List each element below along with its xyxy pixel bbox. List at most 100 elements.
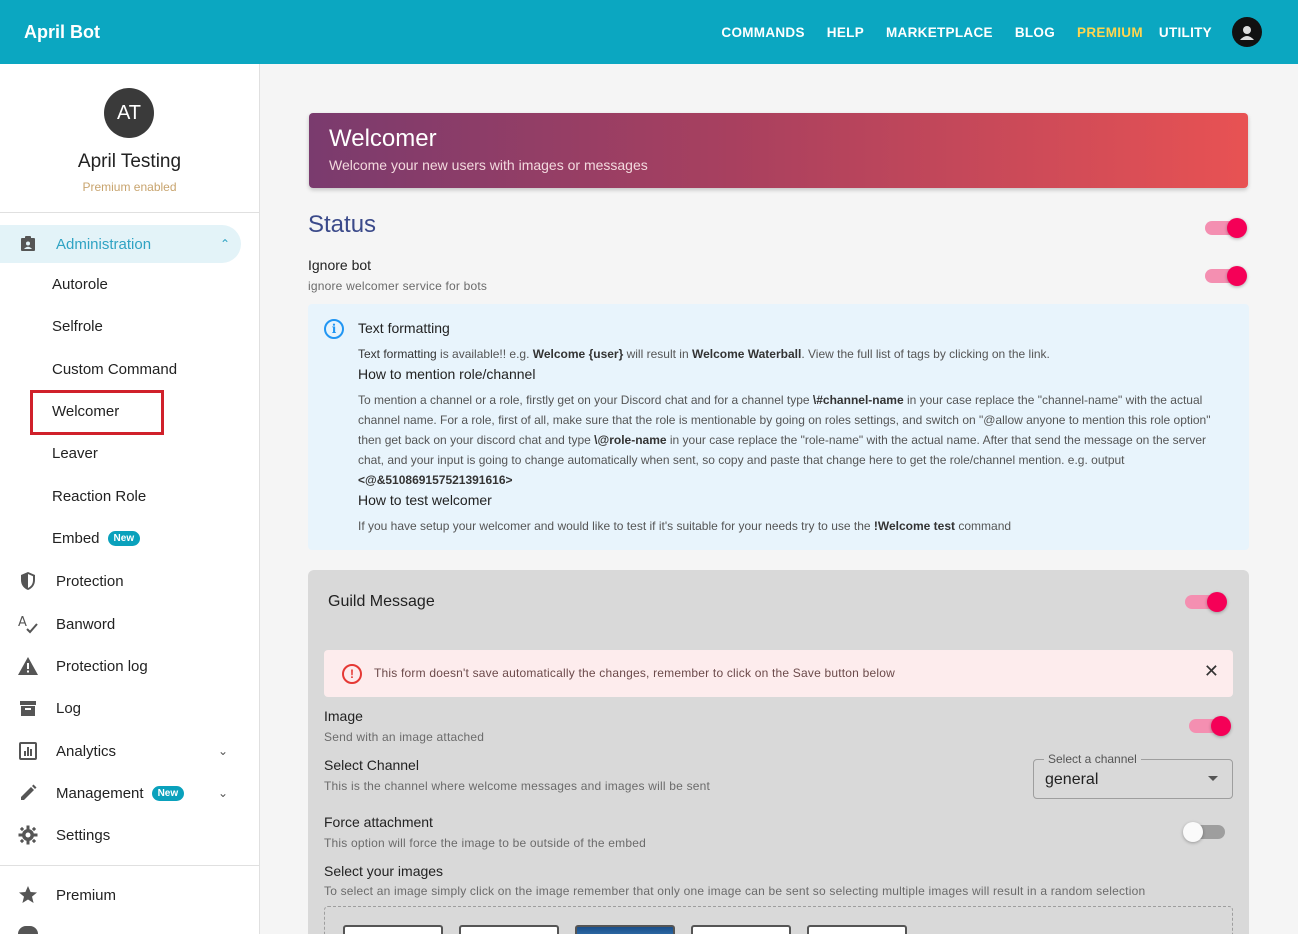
image-option-description: Send with an image attached xyxy=(324,730,485,744)
image-thumbnail[interactable] xyxy=(459,925,559,934)
nav-marketplace[interactable]: MARKETPLACE xyxy=(886,25,993,40)
info-text-part: Text formatting xyxy=(358,347,437,361)
status-toggle[interactable] xyxy=(1205,218,1247,238)
info-text-test: If you have setup your welcomer and woul… xyxy=(358,516,1228,536)
archive-icon xyxy=(17,697,39,719)
channel-option-description: This is the channel where welcome messag… xyxy=(324,779,711,793)
info-text-part: is available!! e.g. xyxy=(436,347,533,361)
info-text-part: will result in xyxy=(623,347,692,361)
new-badge: New xyxy=(151,785,185,801)
image-picker xyxy=(324,906,1233,934)
sidebar-item-protection-log[interactable]: Protection log xyxy=(0,647,259,685)
analytics-icon xyxy=(17,740,39,762)
toggle-knob xyxy=(1227,218,1247,238)
sidebar-item-label: Management New xyxy=(56,785,185,802)
info-text-part: Welcome {user} xyxy=(532,347,624,361)
info-text-part: <@&510869157521391616> xyxy=(358,473,513,487)
warning-icon xyxy=(17,655,39,677)
sidebar-divider xyxy=(0,212,259,213)
sidebar-item-premium[interactable]: Premium xyxy=(0,876,259,914)
force-attachment-toggle[interactable] xyxy=(1183,822,1225,842)
sidebar-item-log[interactable]: Log xyxy=(0,689,259,727)
info-text-mention: To mention a channel or a role, firstly … xyxy=(358,390,1228,490)
sidebar-sub-autorole[interactable]: Autorole xyxy=(52,276,108,293)
guild-message-panel: Guild Message ! This form doesn't save a… xyxy=(308,570,1249,934)
top-bar: April Bot COMMANDS HELP MARKETPLACE BLOG… xyxy=(0,0,1298,64)
info-text-part: \#channel-name xyxy=(812,393,904,407)
guild-message-toggle[interactable] xyxy=(1185,592,1227,612)
chevron-up-icon: ⌃ xyxy=(220,237,231,251)
sidebar-sub-leaver[interactable]: Leaver xyxy=(52,445,98,462)
status-title: Status xyxy=(308,211,377,238)
sidebar-item-label: Banword xyxy=(56,615,116,633)
channel-select-value: general xyxy=(1045,771,1099,788)
nav-premium[interactable]: PREMIUM xyxy=(1077,25,1143,40)
force-attachment-description: This option will force the image to be o… xyxy=(324,836,646,850)
info-text-part: To mention a channel or a role, firstly … xyxy=(358,393,813,407)
sidebar-item-label: Log xyxy=(56,699,82,717)
user-avatar[interactable] xyxy=(1232,17,1262,47)
sidebar-sub-reaction-role[interactable]: Reaction Role xyxy=(52,488,146,505)
chevron-down-icon: ⌄ xyxy=(218,786,229,800)
image-thumbnail[interactable] xyxy=(343,925,443,934)
sidebar: AT April Testing Premium enabled Adminis… xyxy=(0,64,260,934)
sidebar-sub-selfrole[interactable]: Selfrole xyxy=(52,318,103,335)
sidebar-item-label: Premium xyxy=(56,886,117,904)
profile-name: April Testing xyxy=(77,151,182,172)
info-heading-test: How to test welcomer xyxy=(358,492,492,508)
nav-help[interactable]: HELP xyxy=(827,25,864,40)
toggle-knob xyxy=(1211,716,1231,736)
svg-text:A: A xyxy=(18,615,27,630)
sidebar-item-management[interactable]: Management New ⌄ xyxy=(0,774,259,812)
welcomer-header: Welcomer Welcome your new users with ima… xyxy=(309,113,1248,188)
sidebar-item-label: Settings xyxy=(56,826,111,844)
star-icon xyxy=(17,884,39,906)
ignore-bot-description: ignore welcomer service for bots xyxy=(308,279,488,293)
image-thumbnail-selected[interactable] xyxy=(575,925,675,934)
info-panel: i Text formatting Text formatting is ava… xyxy=(308,304,1249,550)
sidebar-divider xyxy=(0,865,259,866)
sidebar-item-settings[interactable]: Settings xyxy=(0,816,259,854)
info-text-part: If you have setup your welcomer and woul… xyxy=(358,519,874,533)
nav-commands[interactable]: COMMANDS xyxy=(721,25,804,40)
shield-icon xyxy=(17,570,39,592)
images-option-title: Select your images xyxy=(324,863,444,879)
gear-icon xyxy=(17,824,39,846)
sidebar-sub-embed[interactable]: Embed New xyxy=(52,530,141,547)
image-thumbnail[interactable] xyxy=(807,925,907,934)
close-icon[interactable]: ✕ xyxy=(1204,661,1219,682)
sidebar-item-administration[interactable]: Administration ⌃ xyxy=(0,225,241,263)
channel-select-label: Select a channel xyxy=(1044,752,1141,766)
image-thumbnail[interactable] xyxy=(691,925,791,934)
nav-blog[interactable]: BLOG xyxy=(1015,25,1055,40)
page-title: Welcomer xyxy=(329,125,437,152)
top-nav: COMMANDS HELP MARKETPLACE BLOG PREMIUM U… xyxy=(699,0,1262,64)
nav-utility[interactable]: UTILITY xyxy=(1159,25,1212,40)
image-option-title: Image xyxy=(324,708,363,724)
unsaved-alert: ! This form doesn't save automatically t… xyxy=(324,650,1233,697)
sidebar-sub-custom-command[interactable]: Custom Command xyxy=(52,361,177,378)
ignore-bot-title: Ignore bot xyxy=(308,257,372,273)
brand-logo[interactable]: April Bot xyxy=(24,22,100,43)
ignore-bot-toggle[interactable] xyxy=(1205,266,1247,286)
welcomer-highlight xyxy=(30,390,164,435)
user-avatar-icon xyxy=(1240,26,1254,40)
info-icon: i xyxy=(324,319,344,339)
toggle-knob xyxy=(1207,592,1227,612)
error-icon: ! xyxy=(342,664,362,684)
info-heading-formatting: Text formatting xyxy=(358,320,450,336)
page-subtitle: Welcome your new users with images or me… xyxy=(329,157,648,173)
info-heading-mention: How to mention role/channel xyxy=(358,366,536,382)
pencil-icon xyxy=(17,782,39,804)
toggle-knob xyxy=(1183,822,1203,842)
sidebar-item-banword[interactable]: A Banword xyxy=(0,605,259,643)
image-toggle[interactable] xyxy=(1189,716,1231,736)
sidebar-item-protection[interactable]: Protection xyxy=(0,562,259,600)
guild-message-title: Guild Message xyxy=(328,593,435,610)
cut-off-icon xyxy=(18,926,38,934)
sidebar-item-label: Analytics xyxy=(56,742,117,760)
badge-account-icon xyxy=(17,233,39,255)
profile-avatar: AT xyxy=(104,88,154,138)
channel-select[interactable]: Select a channel general xyxy=(1033,752,1233,799)
sidebar-item-analytics[interactable]: Analytics ⌄ xyxy=(0,732,259,770)
